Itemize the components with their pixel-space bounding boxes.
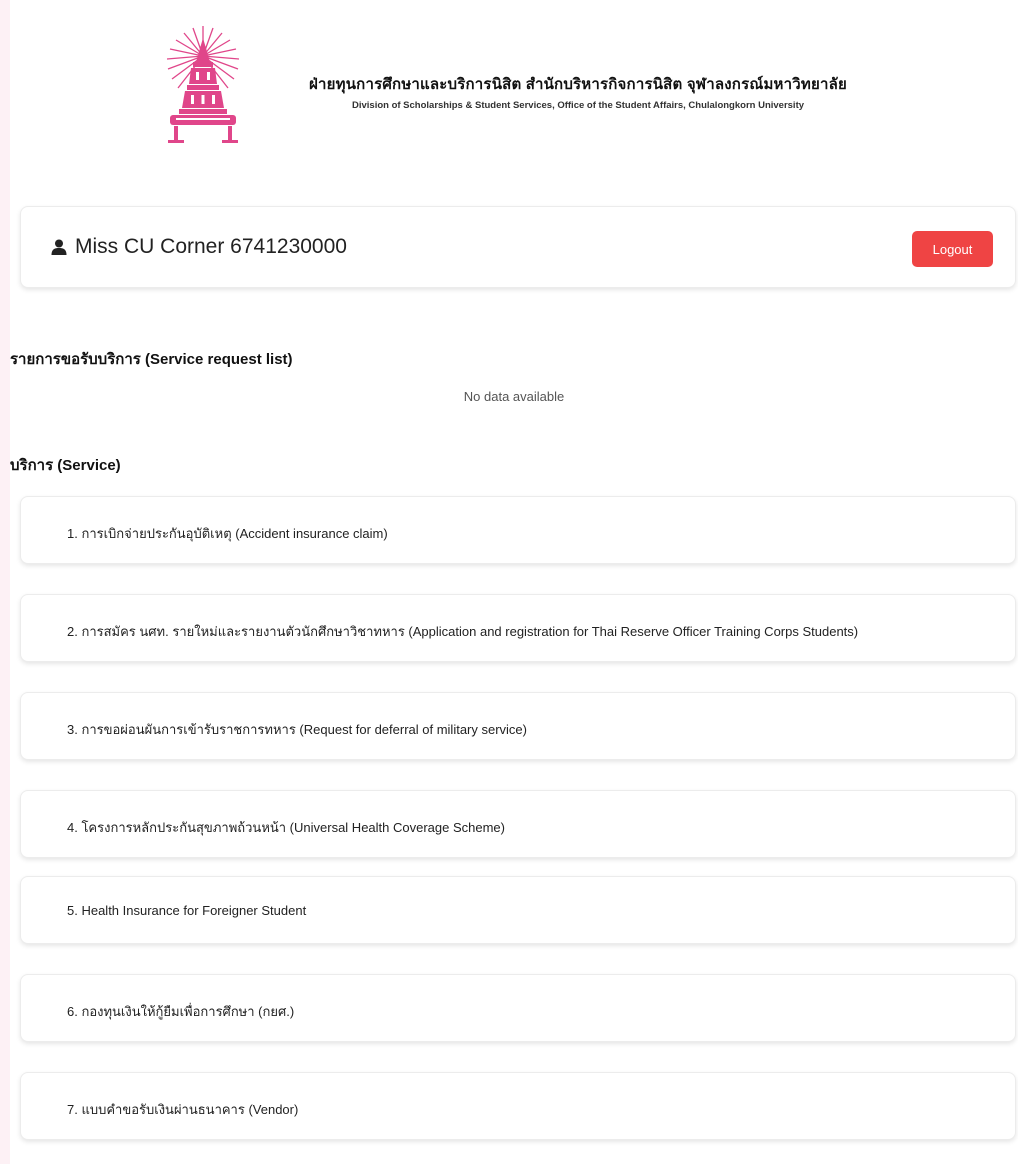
service-section-title: บริการ (Service) <box>10 457 121 474</box>
service-item-student-loan-fund[interactable]: 6. กองทุนเงินให้กู้ยืมเพื่อการศึกษา (กยศ… <box>20 974 1016 1042</box>
user-icon <box>51 239 67 255</box>
service-item-label: 4. โครงการหลักประกันสุขภาพถ้วนหน้า (Univ… <box>67 820 505 835</box>
header: ฝ่ายทุนการศึกษาและบริการนิสิต สำนักบริหา… <box>160 22 920 152</box>
header-title-english: Division of Scholarships & Student Servi… <box>351 100 805 111</box>
user-name: Miss CU Corner 6741230000 <box>75 235 347 258</box>
service-request-list-title: รายการขอรับบริการ (Service request list) <box>10 351 293 368</box>
service-item-military-deferral[interactable]: 3. การขอผ่อนผันการเข้ารับราชการทหาร (Req… <box>20 692 1016 760</box>
page: ฝ่ายทุนการศึกษาและบริการนิสิต สำนักบริหา… <box>10 0 1018 1164</box>
service-item-accident-insurance[interactable]: 1. การเบิกจ่ายประกันอุบัติเหตุ (Accident… <box>20 496 1016 564</box>
service-item-label: 6. กองทุนเงินให้กู้ยืมเพื่อการศึกษา (กยศ… <box>67 1004 295 1019</box>
service-item-label: 3. การขอผ่อนผันการเข้ารับราชการทหาร (Req… <box>67 722 527 737</box>
no-data-message: No data available <box>463 389 565 404</box>
header-text: ฝ่ายทุนการศึกษาและบริการนิสิต สำนักบริหา… <box>258 72 898 111</box>
service-item-label: 5. Health Insurance for Foreigner Studen… <box>67 903 307 918</box>
header-title-thai: ฝ่ายทุนการศึกษาและบริการนิสิต สำนักบริหา… <box>309 76 847 93</box>
user-card: Miss CU Corner 6741230000 Logout <box>20 206 1016 288</box>
service-item-foreigner-health-insurance[interactable]: 5. Health Insurance for Foreigner Studen… <box>20 876 1016 944</box>
service-item-bank-vendor-form[interactable]: 7. แบบคำขอรับเงินผ่านธนาคาร (Vendor) <box>20 1072 1016 1140</box>
logout-button[interactable]: Logout <box>912 231 993 267</box>
service-item-label: 2. การสมัคร นศท. รายใหม่และรายงานตัวนักศ… <box>67 624 859 639</box>
service-item-label: 7. แบบคำขอรับเงินผ่านธนาคาร (Vendor) <box>67 1102 299 1117</box>
chulalongkorn-seal-icon <box>166 26 240 143</box>
service-item-label: 1. การเบิกจ่ายประกันอุบัติเหตุ (Accident… <box>67 526 388 541</box>
service-item-universal-health-coverage[interactable]: 4. โครงการหลักประกันสุขภาพถ้วนหน้า (Univ… <box>20 790 1016 858</box>
service-item-rotc-registration[interactable]: 2. การสมัคร นศท. รายใหม่และรายงานตัวนักศ… <box>20 594 1016 662</box>
